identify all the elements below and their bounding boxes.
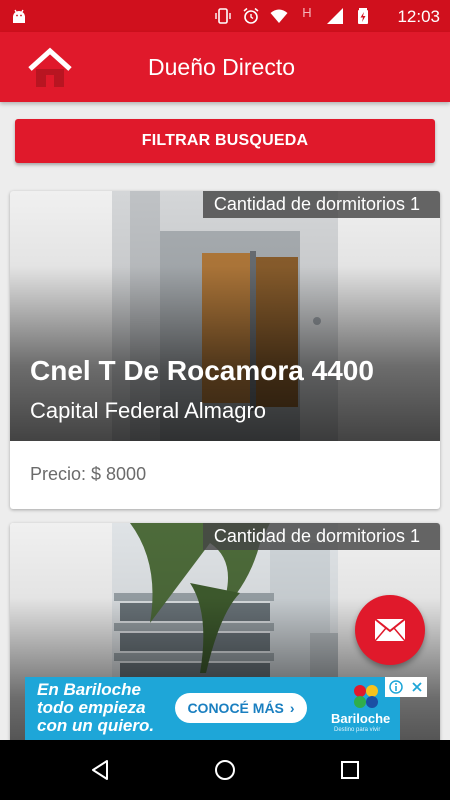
- ad-brand-tagline: Destino para vivir: [334, 727, 381, 733]
- ad-cta-label: CONOCÉ MÁS: [187, 700, 284, 716]
- chevron-right-icon: ›: [289, 700, 295, 716]
- ad-cta-button[interactable]: CONOCÉ MÁS ›: [175, 693, 307, 723]
- house-logo-icon[interactable]: [26, 43, 74, 89]
- ad-text-line: con un quiero.: [37, 716, 155, 735]
- h-network-icon: H: [302, 5, 312, 20]
- bedrooms-label: Cantidad de dormitorios 1: [202, 191, 440, 218]
- recents-icon[interactable]: [338, 758, 362, 782]
- listing-location: Capital Federal Almagro: [30, 398, 267, 423]
- filter-search-button[interactable]: FILTRAR BUSQUEDA: [15, 119, 435, 163]
- ad-choices[interactable]: [385, 677, 427, 697]
- wifi-icon: [270, 9, 288, 23]
- back-icon[interactable]: [88, 758, 112, 782]
- contact-mail-button[interactable]: [355, 595, 425, 665]
- info-icon[interactable]: [389, 680, 403, 694]
- ad-text-line: En Bariloche: [37, 680, 141, 699]
- status-time: 12:03: [397, 7, 440, 26]
- signal-icon: [327, 8, 343, 24]
- app-bar: Dueño Directo: [0, 32, 450, 102]
- ad-text-line: todo empieza: [37, 698, 146, 717]
- listing-address: Cnel T De Rocamora 4400: [30, 355, 374, 386]
- mail-icon: [374, 618, 406, 642]
- navigation-bar: [0, 740, 450, 800]
- close-icon[interactable]: [411, 681, 423, 693]
- ad-brand-name: Bariloche: [331, 711, 391, 726]
- listing-card[interactable]: Cantidad de dormitorios 1 Cnel T De Roca…: [10, 191, 440, 509]
- ad-banner[interactable]: En Bariloche todo empieza con un quiero.…: [25, 677, 400, 740]
- ad-headline: En Bariloche todo empieza con un quiero.: [37, 681, 197, 735]
- alarm-icon: [243, 7, 259, 24]
- status-bar: H 12:03: [0, 0, 450, 32]
- android-debug-icon: [13, 9, 25, 23]
- bariloche-logo-icon: [354, 685, 378, 708]
- vibrate-icon: [215, 8, 231, 24]
- listing-price: Precio: $ 8000: [30, 464, 147, 484]
- bedrooms-label: Cantidad de dormitorios 1: [202, 523, 440, 550]
- home-icon[interactable]: [213, 758, 237, 782]
- app-title: Dueño Directo: [148, 54, 296, 80]
- battery-icon: [358, 8, 368, 24]
